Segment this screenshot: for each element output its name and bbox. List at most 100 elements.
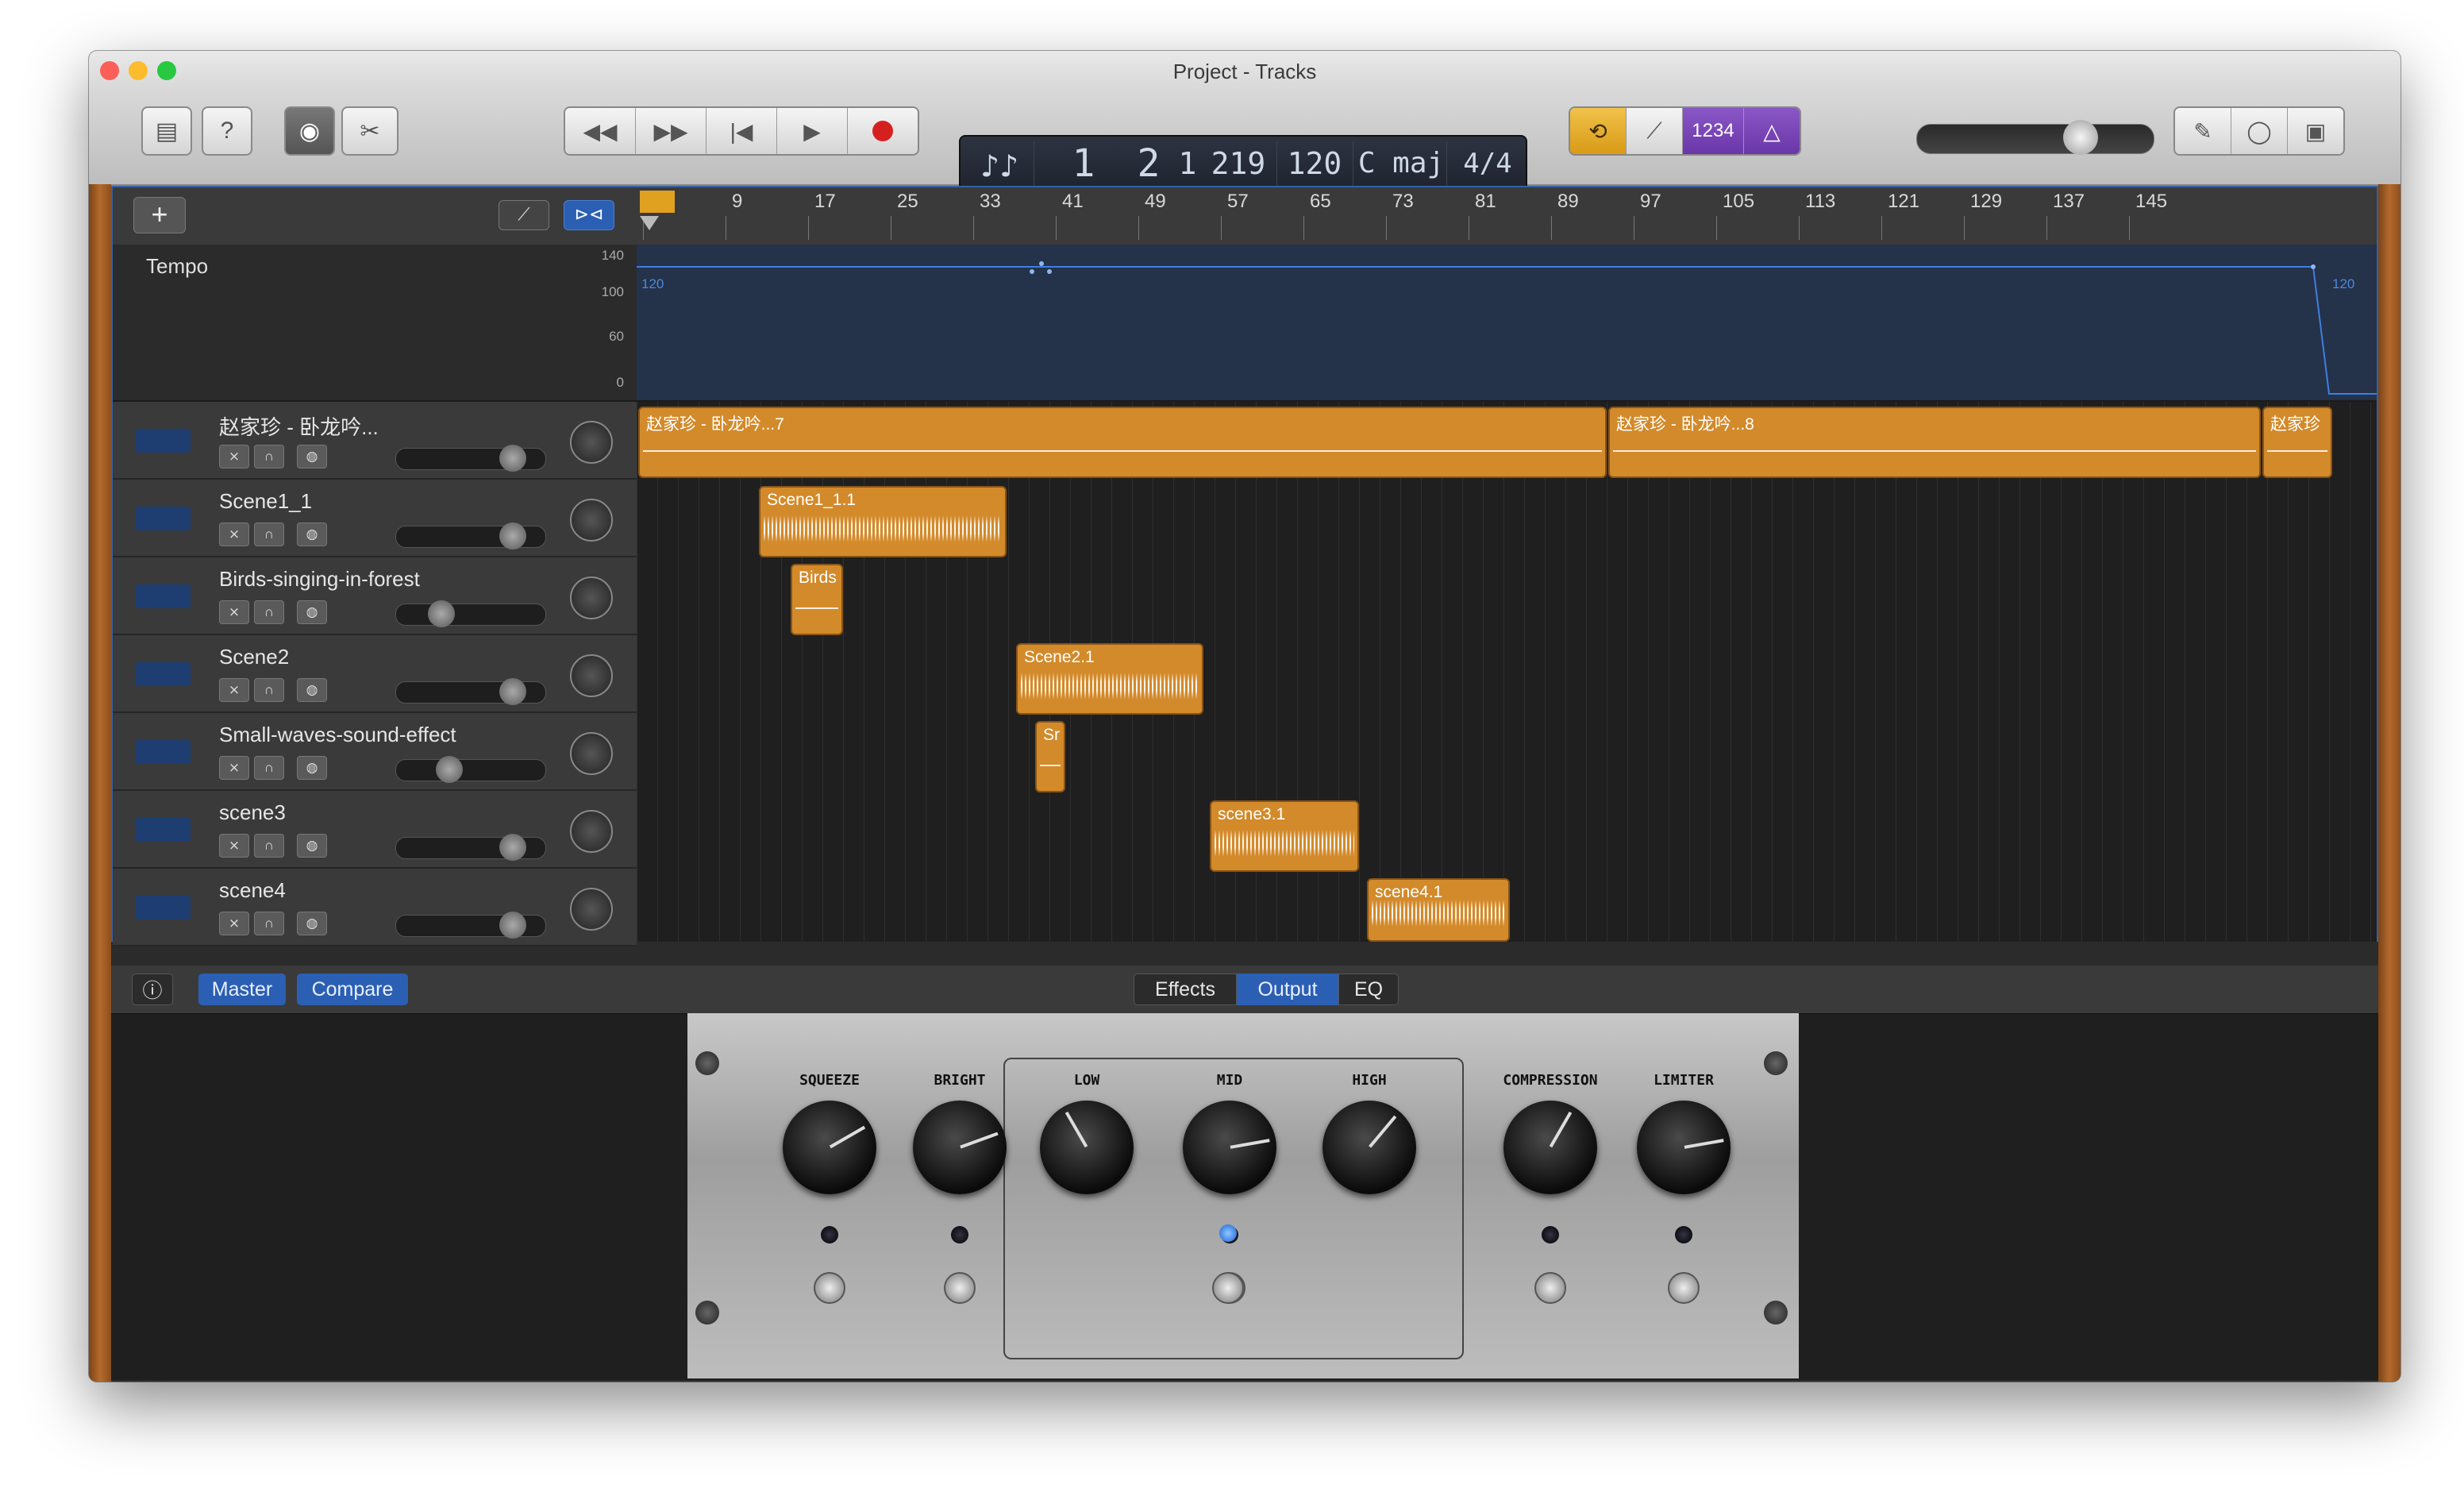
track-pan-knob[interactable] xyxy=(570,810,613,853)
tuner-button[interactable]: ⟋ xyxy=(1627,108,1683,154)
compare-button[interactable]: Compare xyxy=(297,974,408,1005)
mute-button[interactable]: ⨯ xyxy=(219,756,249,780)
toggle-switch[interactable] xyxy=(814,1272,845,1304)
mute-button[interactable]: ⨯ xyxy=(219,445,249,468)
amp-knob[interactable] xyxy=(1503,1101,1597,1194)
solo-button[interactable]: ∩ xyxy=(254,834,284,858)
record-enable-button[interactable]: ◍ xyxy=(297,600,327,624)
mute-button[interactable]: ⨯ xyxy=(219,678,249,702)
audio-region[interactable]: Sr xyxy=(1035,721,1065,792)
master-volume-slider[interactable] xyxy=(1916,120,2154,155)
record-enable-button[interactable]: ◍ xyxy=(297,445,327,468)
mute-button[interactable]: ⨯ xyxy=(219,522,249,546)
tab-output[interactable]: Output xyxy=(1237,974,1338,1005)
audio-region[interactable]: 赵家珍 xyxy=(2262,407,2332,478)
record-enable-button[interactable]: ◍ xyxy=(297,522,327,546)
playhead-marker[interactable] xyxy=(640,191,675,213)
track-header[interactable]: scene4 ⨯ ∩ ◍ xyxy=(113,869,637,947)
audio-region[interactable]: Scene2.1 xyxy=(1016,643,1203,715)
mute-button[interactable]: ⨯ xyxy=(219,834,249,858)
track-volume-thumb[interactable] xyxy=(428,600,455,627)
track-volume-thumb[interactable] xyxy=(499,678,526,705)
audio-region[interactable]: 赵家珍 - 卧龙吟...8 xyxy=(1608,407,2261,478)
track-header[interactable]: Scene2 ⨯ ∩ ◍ xyxy=(113,635,637,713)
solo-button[interactable]: ∩ xyxy=(254,912,284,935)
track-pan-knob[interactable] xyxy=(570,576,613,619)
track-volume-slider[interactable] xyxy=(395,834,546,861)
loop-browser-button[interactable]: ◯ xyxy=(2231,108,2288,154)
track-volume-thumb[interactable] xyxy=(499,522,526,549)
toggle-switch[interactable] xyxy=(1668,1272,1700,1304)
zoom-button[interactable] xyxy=(157,61,176,80)
fast-forward-button[interactable]: ▶▶ xyxy=(636,108,706,154)
track-header[interactable]: 赵家珍 - 卧龙吟... ⨯ ∩ ◍ xyxy=(113,402,637,480)
solo-button[interactable]: ∩ xyxy=(254,678,284,702)
track-volume-slider[interactable] xyxy=(395,912,546,939)
master-volume-thumb[interactable] xyxy=(2063,120,2098,155)
record-enable-button[interactable]: ◍ xyxy=(297,912,327,935)
flex-button[interactable]: ⊳⊲ xyxy=(564,200,614,230)
record-enable-button[interactable]: ◍ xyxy=(297,834,327,858)
track-pan-knob[interactable] xyxy=(570,499,613,542)
track-header[interactable]: Small-waves-sound-effect ⨯ ∩ ◍ xyxy=(113,713,637,791)
toggle-switch[interactable] xyxy=(944,1272,976,1304)
amp-knob[interactable] xyxy=(1322,1101,1416,1194)
lcd-mode-icon[interactable]: ♪♪ xyxy=(972,143,1027,191)
track-header[interactable]: Scene1_1 ⨯ ∩ ◍ xyxy=(113,480,637,557)
track-volume-slider[interactable] xyxy=(395,678,546,705)
solo-button[interactable]: ∩ xyxy=(254,522,284,546)
track-pan-knob[interactable] xyxy=(570,732,613,775)
audio-region[interactable]: scene3.1 xyxy=(1210,800,1359,872)
record-button[interactable] xyxy=(848,108,918,154)
eq-toggle-switch[interactable] xyxy=(1212,1272,1244,1304)
toggle-switch[interactable] xyxy=(1534,1272,1566,1304)
add-track-button[interactable]: + xyxy=(133,197,186,233)
track-volume-thumb[interactable] xyxy=(499,834,526,861)
info-button[interactable]: ⓘ xyxy=(132,974,173,1005)
minimize-button[interactable] xyxy=(129,61,148,80)
count-in-button[interactable]: 1234 xyxy=(1683,108,1744,154)
track-pan-knob[interactable] xyxy=(570,888,613,931)
tab-effects[interactable]: Effects xyxy=(1134,974,1237,1005)
editors-button[interactable]: ✂ xyxy=(341,106,398,156)
audio-region[interactable]: Birds xyxy=(791,564,843,635)
amp-knob[interactable] xyxy=(783,1101,876,1194)
smart-controls-button[interactable]: ◉ xyxy=(284,106,335,156)
track-volume-thumb[interactable] xyxy=(499,445,526,472)
solo-button[interactable]: ∩ xyxy=(254,756,284,780)
record-enable-button[interactable]: ◍ xyxy=(297,756,327,780)
solo-button[interactable]: ∩ xyxy=(254,600,284,624)
tempo-lane[interactable]: 120 120 xyxy=(637,245,2377,402)
playhead-icon[interactable] xyxy=(640,216,659,230)
notepad-button[interactable]: ✎ xyxy=(2175,108,2231,154)
media-browser-button[interactable]: ▣ xyxy=(2288,108,2343,154)
cycle-button[interactable]: ⟲ xyxy=(1570,108,1627,154)
track-volume-slider[interactable] xyxy=(395,445,546,472)
audio-region[interactable]: 赵家珍 - 卧龙吟...7 xyxy=(638,407,1607,478)
track-volume-thumb[interactable] xyxy=(499,912,526,939)
track-header[interactable]: Birds-singing-in-forest ⨯ ∩ ◍ xyxy=(113,557,637,635)
track-header[interactable]: scene3 ⨯ ∩ ◍ xyxy=(113,791,637,869)
solo-button[interactable]: ∩ xyxy=(254,445,284,468)
master-button[interactable]: Master xyxy=(198,974,286,1005)
tab-eq[interactable]: EQ xyxy=(1338,974,1399,1005)
track-pan-knob[interactable] xyxy=(570,421,613,464)
ruler[interactable]: 1917253341495765738189971051131211291371… xyxy=(637,187,2377,245)
amp-knob[interactable] xyxy=(913,1101,1007,1194)
track-volume-slider[interactable] xyxy=(395,600,546,627)
track-volume-thumb[interactable] xyxy=(436,756,463,783)
record-enable-button[interactable]: ◍ xyxy=(297,678,327,702)
metronome-button[interactable]: △ xyxy=(1744,108,1800,154)
amp-knob[interactable] xyxy=(1040,1101,1134,1194)
mute-button[interactable]: ⨯ xyxy=(219,600,249,624)
mute-button[interactable]: ⨯ xyxy=(219,912,249,935)
audio-region[interactable]: scene4.1 xyxy=(1367,878,1510,942)
amp-knob[interactable] xyxy=(1183,1101,1276,1194)
track-pan-knob[interactable] xyxy=(570,654,613,697)
track-volume-slider[interactable] xyxy=(395,756,546,783)
audio-region[interactable]: Scene1_1.1 xyxy=(759,486,1007,557)
help-button[interactable]: ? xyxy=(202,106,252,156)
track-volume-slider[interactable] xyxy=(395,522,546,549)
go-to-beginning-button[interactable]: |◀ xyxy=(706,108,777,154)
library-button[interactable]: ▤ xyxy=(141,106,192,156)
